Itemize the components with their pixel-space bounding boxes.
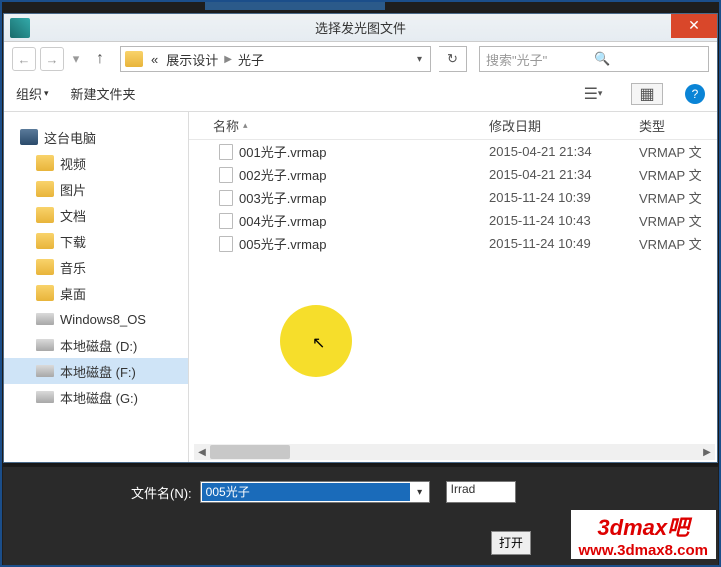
- sidebar-item-drive-f[interactable]: 本地磁盘 (F:): [4, 358, 188, 384]
- file-row[interactable]: 004光子.vrmap 2015-11-24 10:43VRMAP 文: [189, 209, 717, 232]
- file-row[interactable]: 002光子.vrmap 2015-04-21 21:34VRMAP 文: [189, 163, 717, 186]
- filename-input[interactable]: 005光子 ▾: [200, 481, 430, 503]
- file-icon: [219, 213, 233, 229]
- file-type: VRMAP 文: [639, 211, 717, 230]
- file-date: 2015-04-21 21:34: [489, 144, 639, 159]
- new-folder-button[interactable]: 新建文件夹: [71, 84, 136, 103]
- drive-icon: [36, 365, 54, 377]
- watermark-title: 3dmax吧: [579, 510, 709, 542]
- search-placeholder: 搜索"光子": [486, 50, 594, 69]
- forward-button[interactable]: →: [40, 47, 64, 71]
- folder-icon: [36, 259, 54, 275]
- search-input[interactable]: 搜索"光子" 🔍: [479, 46, 709, 72]
- sidebar-item-drive-g[interactable]: 本地磁盘 (G:): [4, 384, 188, 410]
- file-row[interactable]: 003光子.vrmap 2015-11-24 10:39VRMAP 文: [189, 186, 717, 209]
- file-date: 2015-11-24 10:43: [489, 213, 639, 228]
- organize-button[interactable]: 组织▾: [16, 84, 49, 103]
- breadcrumb-part1[interactable]: 展示设计: [162, 50, 222, 69]
- file-type: VRMAP 文: [639, 165, 717, 184]
- file-name: 005光子.vrmap: [239, 234, 326, 253]
- sidebar-item-downloads[interactable]: 下载: [4, 228, 188, 254]
- file-icon: [219, 144, 233, 160]
- file-row[interactable]: 005光子.vrmap 2015-11-24 10:49VRMAP 文: [189, 232, 717, 255]
- folder-icon: [36, 155, 54, 171]
- file-row[interactable]: 001光子.vrmap 2015-04-21 21:34VRMAP 文: [189, 140, 717, 163]
- preview-pane-button[interactable]: ▦: [631, 83, 663, 105]
- computer-icon: [20, 129, 38, 145]
- scroll-left-icon[interactable]: ◀: [194, 444, 210, 460]
- file-type: VRMAP 文: [639, 142, 717, 161]
- sidebar-item-windows8[interactable]: Windows8_OS: [4, 306, 188, 332]
- sidebar-item-music[interactable]: 音乐: [4, 254, 188, 280]
- open-button[interactable]: 打开: [491, 531, 531, 555]
- watermark-url: www.3dmax8.com: [579, 542, 709, 559]
- titlebar: 选择发光图文件 ✕: [4, 14, 717, 42]
- folder-icon: [125, 51, 143, 67]
- dialog-title: 选择发光图文件: [4, 18, 717, 37]
- chevron-down-icon[interactable]: ▾: [411, 487, 429, 498]
- help-button[interactable]: ?: [685, 84, 705, 104]
- filename-label: 文件名(N):: [131, 483, 192, 502]
- drive-icon: [36, 339, 54, 351]
- back-button[interactable]: ←: [12, 47, 36, 71]
- history-dropdown[interactable]: ▾: [68, 47, 84, 71]
- scroll-right-icon[interactable]: ▶: [699, 444, 715, 460]
- breadcrumb-part2[interactable]: 光子: [234, 50, 268, 69]
- folder-icon: [36, 207, 54, 223]
- drive-icon: [36, 391, 54, 403]
- watermark: 3dmax吧 www.3dmax8.com: [571, 510, 717, 559]
- file-open-dialog: 选择发光图文件 ✕ ← → ▾ ↑ « 展示设计 ▶ 光子 ▾ ↻ 搜索"光子"…: [3, 13, 718, 463]
- file-date: 2015-04-21 21:34: [489, 167, 639, 182]
- column-date[interactable]: 修改日期: [489, 116, 639, 135]
- file-name: 001光子.vrmap: [239, 142, 326, 161]
- close-button[interactable]: ✕: [671, 14, 717, 38]
- sidebar-item-pictures[interactable]: 图片: [4, 176, 188, 202]
- sidebar-item-pc[interactable]: 这台电脑: [4, 124, 188, 150]
- sidebar-item-desktop[interactable]: 桌面: [4, 280, 188, 306]
- chevron-right-icon: ▶: [222, 54, 234, 65]
- column-name[interactable]: 名称▴: [189, 116, 489, 135]
- folder-icon: [36, 233, 54, 249]
- breadcrumb-prefix: «: [147, 52, 162, 67]
- file-list: 名称▴ 修改日期 类型 001光子.vrmap2015-04-21 21:34V…: [189, 112, 717, 462]
- sidebar-item-drive-d[interactable]: 本地磁盘 (D:): [4, 332, 188, 358]
- filename-value: 005光子: [202, 483, 410, 501]
- file-type: VRMAP 文: [639, 234, 717, 253]
- view-mode-button[interactable]: ☰▾: [577, 83, 609, 105]
- folder-icon: [36, 181, 54, 197]
- file-type: VRMAP 文: [639, 188, 717, 207]
- background-app-fragment: [205, 0, 385, 10]
- file-date: 2015-11-24 10:39: [489, 190, 639, 205]
- file-name: 002光子.vrmap: [239, 165, 326, 184]
- drive-icon: [36, 313, 54, 325]
- file-icon: [219, 236, 233, 252]
- refresh-button[interactable]: ↻: [439, 46, 467, 72]
- up-button[interactable]: ↑: [88, 47, 112, 71]
- toolbar: 组织▾ 新建文件夹 ☰▾ ▦ ?: [4, 76, 717, 112]
- folder-icon: [36, 285, 54, 301]
- file-icon: [219, 190, 233, 206]
- file-date: 2015-11-24 10:49: [489, 236, 639, 251]
- breadcrumb[interactable]: « 展示设计 ▶ 光子 ▾: [120, 46, 431, 72]
- nav-row: ← → ▾ ↑ « 展示设计 ▶ 光子 ▾ ↻ 搜索"光子" 🔍: [4, 42, 717, 76]
- scrollbar-thumb[interactable]: [210, 445, 290, 459]
- column-headers: 名称▴ 修改日期 类型: [189, 112, 717, 140]
- file-name: 004光子.vrmap: [239, 211, 326, 230]
- file-icon: [219, 167, 233, 183]
- breadcrumb-dropdown[interactable]: ▾: [413, 54, 426, 65]
- sidebar: 这台电脑 视频 图片 文档 下载 音乐 桌面 Windows8_OS 本地磁盘 …: [4, 112, 189, 462]
- search-icon: 🔍: [594, 51, 702, 67]
- horizontal-scrollbar[interactable]: ◀ ▶: [194, 444, 715, 460]
- file-name: 003光子.vrmap: [239, 188, 326, 207]
- sidebar-item-documents[interactable]: 文档: [4, 202, 188, 228]
- file-type-filter[interactable]: Irrad: [446, 481, 516, 503]
- column-type[interactable]: 类型: [639, 116, 717, 135]
- sidebar-item-videos[interactable]: 视频: [4, 150, 188, 176]
